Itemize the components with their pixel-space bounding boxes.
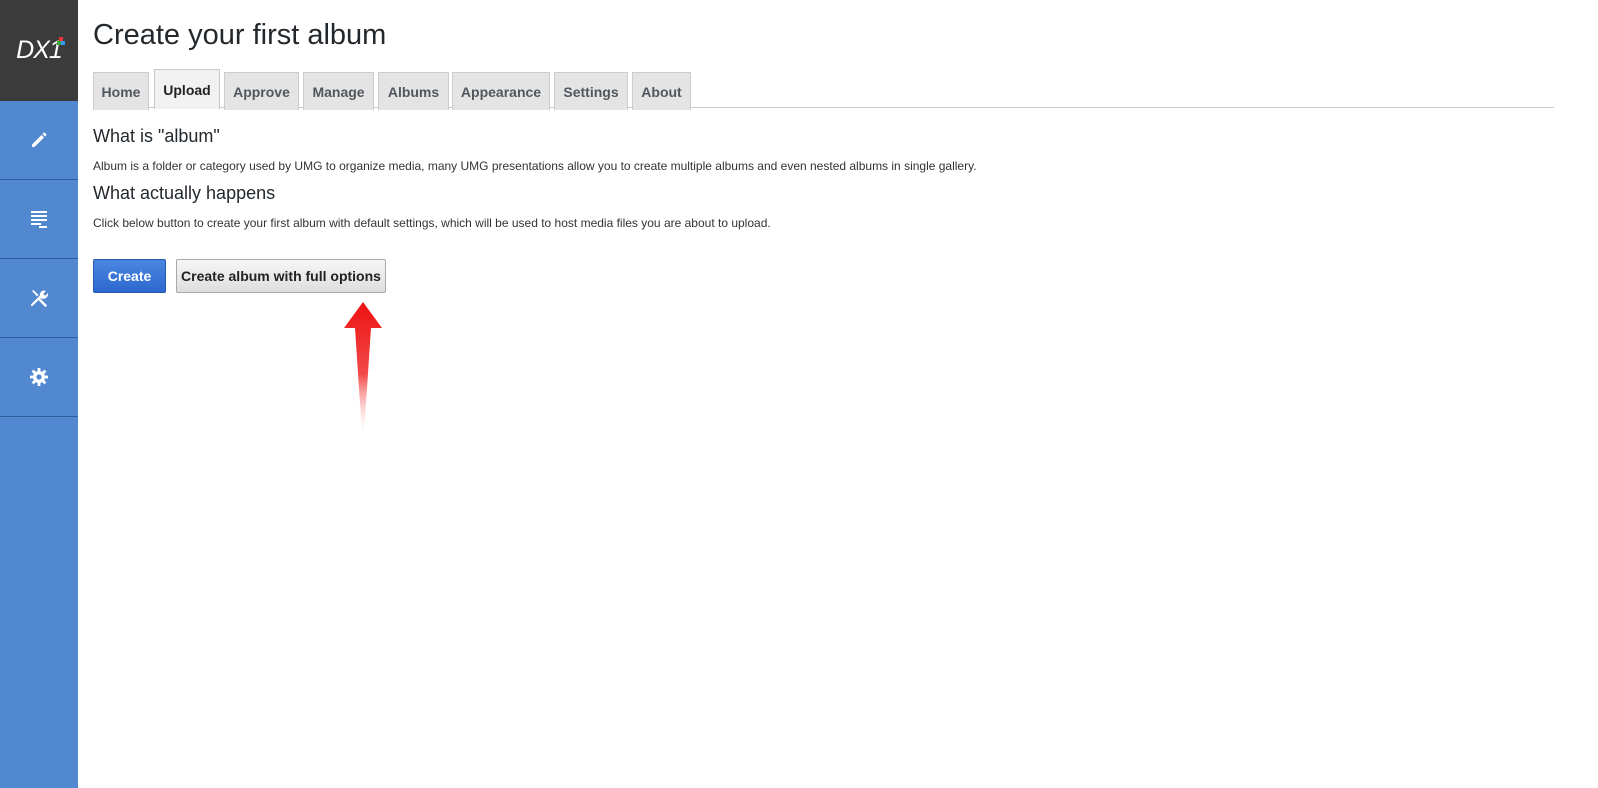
what-happens-text: Click below button to create your first … (93, 216, 771, 230)
sidebar-item-tools[interactable] (0, 259, 78, 338)
page-title: Create your first album (93, 19, 387, 51)
tab-appearance[interactable]: Appearance (452, 72, 550, 110)
create-full-options-button[interactable]: Create album with full options (176, 259, 386, 293)
logo-color-mark-icon (57, 37, 65, 45)
gear-icon (29, 367, 49, 387)
tab-manage[interactable]: Manage (303, 72, 374, 110)
tab-albums[interactable]: Albums (378, 72, 449, 110)
tab-settings[interactable]: Settings (554, 72, 628, 110)
tab-about[interactable]: About (632, 72, 691, 110)
main-content: Create your first album Home Upload Appr… (93, 0, 1554, 434)
what-is-heading: What is "album" (93, 126, 220, 146)
sidebar-item-settings[interactable] (0, 338, 78, 417)
what-is-text: Album is a folder or category used by UM… (93, 159, 977, 173)
logo[interactable]: DX1 (0, 0, 78, 101)
sidebar-item-edit[interactable] (0, 101, 78, 180)
create-button[interactable]: Create (93, 259, 166, 293)
tab-approve[interactable]: Approve (224, 72, 299, 110)
tab-upload[interactable]: Upload (154, 69, 220, 109)
red-arrow-up-icon (340, 300, 386, 441)
sidebar-item-list[interactable] (0, 180, 78, 259)
what-happens-heading: What actually happens (93, 183, 276, 203)
logo-text: DX1 (16, 36, 63, 64)
tab-home[interactable]: Home (93, 72, 149, 110)
admin-sidebar: DX1 (0, 0, 78, 788)
pencil-icon (29, 130, 49, 150)
list-icon (29, 209, 49, 229)
tools-icon (29, 288, 49, 308)
tab-bar: Home Upload Approve Manage Albums Appear… (93, 69, 1554, 110)
